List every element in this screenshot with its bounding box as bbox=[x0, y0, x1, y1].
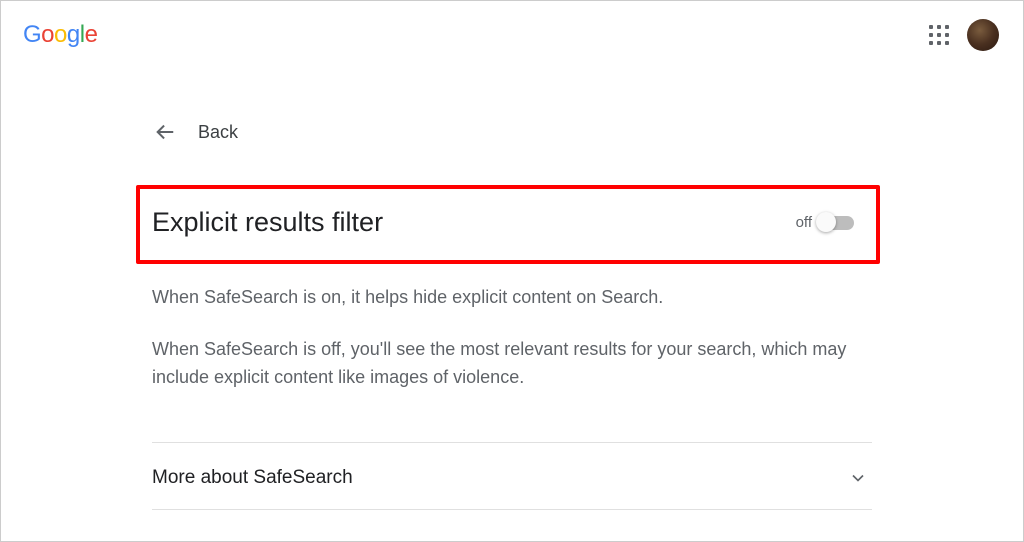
filter-title: Explicit results filter bbox=[152, 207, 383, 238]
header-right bbox=[927, 19, 999, 51]
header: Google bbox=[1, 1, 1023, 51]
divider bbox=[152, 509, 872, 510]
google-logo[interactable]: Google bbox=[23, 21, 97, 49]
back-button[interactable]: Back bbox=[154, 121, 872, 143]
description-on: When SafeSearch is on, it helps hide exp… bbox=[152, 284, 872, 312]
back-label: Back bbox=[198, 122, 238, 143]
avatar[interactable] bbox=[967, 19, 999, 51]
explicit-filter-toggle[interactable] bbox=[818, 216, 854, 230]
expand-title: More about SafeSearch bbox=[152, 467, 353, 489]
explicit-filter-setting: Explicit results filter off bbox=[136, 185, 880, 264]
description-off: When SafeSearch is off, you'll see the m… bbox=[152, 336, 872, 392]
chevron-down-icon bbox=[848, 468, 868, 488]
more-about-safesearch[interactable]: More about SafeSearch bbox=[152, 443, 872, 509]
toggle-knob bbox=[816, 212, 836, 232]
content: Back Explicit results filter off When Sa… bbox=[132, 51, 892, 510]
apps-grid-icon[interactable] bbox=[927, 23, 951, 47]
toggle-wrap: off bbox=[796, 214, 854, 231]
back-arrow-icon bbox=[154, 121, 176, 143]
toggle-state-label: off bbox=[796, 214, 812, 231]
